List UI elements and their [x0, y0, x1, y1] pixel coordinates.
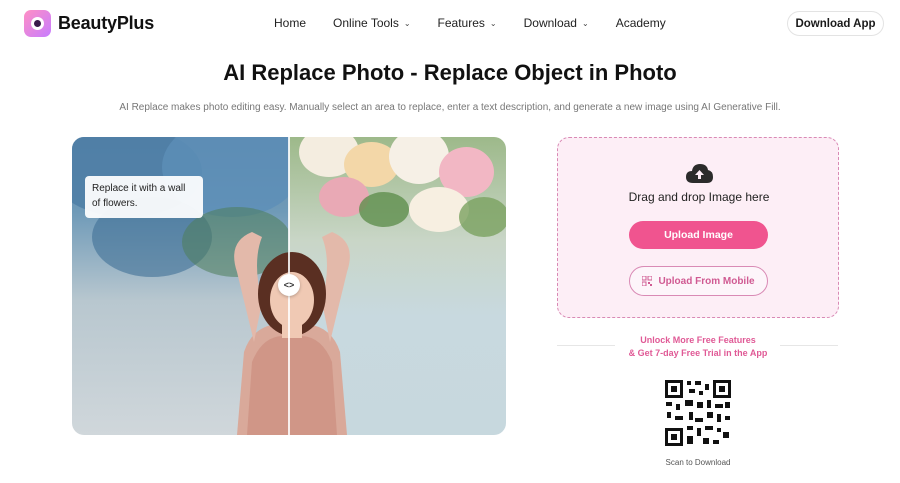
download-app-button[interactable]: Download App [787, 11, 884, 36]
logo-icon [24, 10, 51, 37]
page-subtitle: AI Replace makes photo editing easy. Man… [119, 102, 781, 113]
nav-item-features[interactable]: Features ⌄ [438, 16, 497, 30]
model-portrait [234, 232, 350, 435]
nav-item-label: Academy [615, 16, 666, 30]
cloud-upload-icon [686, 164, 713, 183]
site-header: BeautyPlus Home Online Tools ⌄ Features … [0, 0, 900, 46]
nav-item-online-tools[interactable]: Online Tools ⌄ [333, 16, 411, 30]
nav-item-label: Home [274, 16, 307, 30]
qr-caption: Scan to Download [665, 458, 731, 467]
chevron-down-icon: ⌄ [403, 18, 411, 28]
promo-line-1: Unlock More Free Features [640, 335, 756, 345]
prompt-text-bubble: Replace it with a wall of flowers. [85, 176, 203, 218]
drag-drop-label: Drag and drop Image here [628, 190, 770, 204]
before-after-demo-image: <> Replace it with a wall of flowers. [72, 137, 506, 435]
promo-line-2: & Get 7-day Free Trial in the App [628, 348, 768, 358]
chevron-down-icon: ⌄ [581, 18, 589, 28]
nav-item-label: Download [523, 16, 577, 30]
compare-slider-handle[interactable]: <> [278, 274, 300, 296]
brand-name: BeautyPlus [58, 13, 155, 33]
nav-item-label: Features [437, 16, 485, 30]
brand-logo[interactable]: BeautyPlus [24, 10, 154, 37]
nav-item-academy[interactable]: Academy [616, 16, 666, 30]
nav-item-home[interactable]: Home [274, 16, 306, 30]
upload-image-button[interactable]: Upload Image [629, 221, 768, 249]
chevron-down-icon: ⌄ [489, 18, 497, 28]
page-title: AI Replace Photo - Replace Object in Pho… [223, 60, 677, 85]
upload-dropzone[interactable]: Drag and drop Image here Upload Image Up… [557, 137, 839, 318]
download-qr-code[interactable] [663, 378, 733, 448]
upload-from-mobile-button[interactable]: Upload From Mobile [629, 266, 768, 296]
main-nav: Home Online Tools ⌄ Features ⌄ Download … [274, 16, 693, 30]
upload-from-mobile-label: Upload From Mobile [658, 275, 755, 287]
app-promo-text: Unlock More Free Features & Get 7-day Fr… [557, 334, 839, 360]
qr-code-icon [642, 276, 653, 286]
nav-item-download[interactable]: Download ⌄ [524, 16, 589, 30]
nav-item-label: Online Tools [333, 16, 399, 30]
